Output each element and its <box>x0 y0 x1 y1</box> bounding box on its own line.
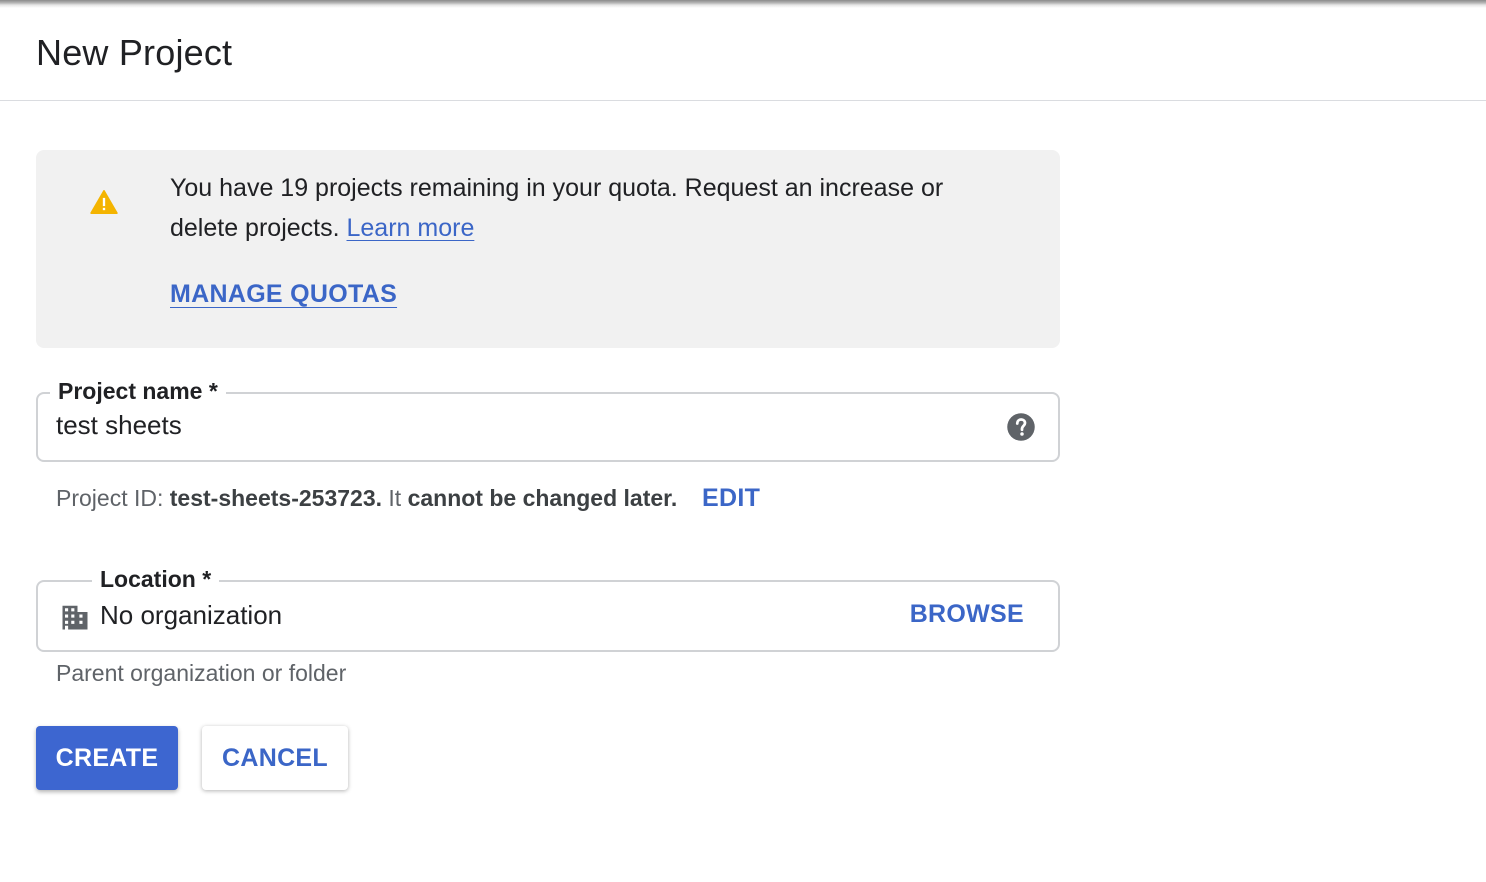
project-name-label: Project name * <box>50 377 226 405</box>
project-name-input[interactable] <box>56 410 956 441</box>
help-circle-icon[interactable] <box>1006 412 1036 442</box>
cancel-button[interactable]: CANCEL <box>202 726 348 790</box>
dialog-header: New Project <box>0 8 1486 101</box>
quota-message-paragraph: You have 19 projects remaining in your q… <box>170 168 1010 248</box>
building-icon <box>62 605 88 630</box>
project-id-line: Project ID: test-sheets-253723. It canno… <box>56 485 677 512</box>
browse-button[interactable]: BROWSE <box>910 600 1024 629</box>
quota-message: You have 19 projects remaining in your q… <box>170 174 944 242</box>
project-name-field[interactable]: Project name * <box>36 377 1060 462</box>
top-shadow <box>0 0 1486 8</box>
learn-more-link[interactable]: Learn more <box>347 214 475 242</box>
project-id-note: cannot be changed later. <box>407 485 678 511</box>
manage-quotas-link[interactable]: MANAGE QUOTAS <box>170 280 397 309</box>
location-hint: Parent organization or folder <box>56 660 347 686</box>
location-field[interactable]: Location * No organization BROWSE <box>36 565 1060 652</box>
edit-project-id-button[interactable]: EDIT <box>702 484 760 513</box>
project-id-prefix: Project ID: <box>56 485 164 511</box>
location-label: Location * <box>92 565 220 593</box>
warning-icon <box>90 190 118 214</box>
create-button[interactable]: CREATE <box>36 726 178 790</box>
location-value: No organization <box>100 600 283 630</box>
project-id-middle: It <box>388 485 402 511</box>
page-title: New Project <box>36 32 233 73</box>
project-id-value: test-sheets-253723. <box>169 485 382 511</box>
quota-notice: You have 19 projects remaining in your q… <box>36 150 1060 348</box>
